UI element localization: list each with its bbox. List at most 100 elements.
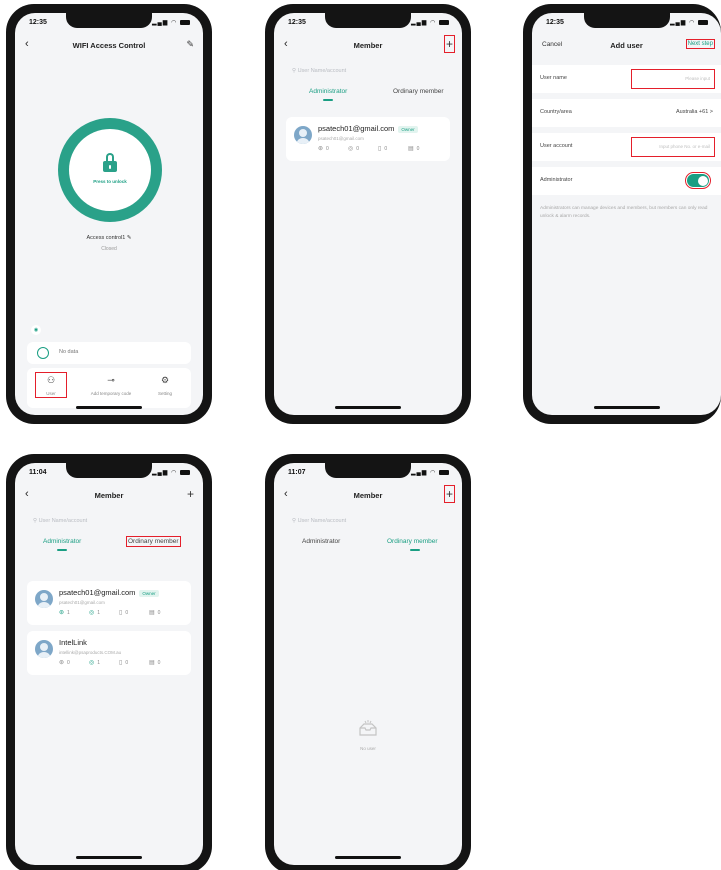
user-name-label: User name	[540, 75, 567, 81]
stat-face: ▤ 0	[149, 660, 161, 666]
unlock-button-inner[interactable]: Press to unlock	[69, 129, 151, 211]
gear-icon: ⚙	[160, 375, 170, 385]
search-input[interactable]: ⚲ User Name/account	[27, 513, 191, 529]
country-row[interactable]: Country/area Australia +61 >	[532, 99, 721, 127]
edit-icon[interactable]: ✎	[186, 39, 194, 50]
press-to-unlock-label: Press to unlock	[93, 179, 127, 184]
status-time: 12:35	[288, 19, 306, 26]
search-input[interactable]: ⚲ User Name/account	[286, 63, 450, 79]
member-card[interactable]: psatech01@gmail.com Owner psatech01@gmail…	[286, 117, 450, 161]
face-icon: ▤	[149, 610, 155, 616]
tab-ordinary-member[interactable]: Ordinary member	[126, 536, 181, 547]
stat-face: ▤ 0	[149, 610, 161, 616]
tab-administrator[interactable]: Administrator	[309, 88, 347, 95]
tab-administrator[interactable]: Administrator	[302, 538, 340, 545]
search-input[interactable]: ⚲ User Name/account	[286, 513, 450, 529]
home-indicator	[593, 406, 660, 409]
search-placeholder: User Name/account	[297, 518, 347, 524]
user-name-row: User name Please input	[532, 65, 721, 93]
member-stats: ⊛ 0 ◎ 1 ▯ 0 ▤ 0	[59, 659, 199, 667]
member-card[interactable]: IntelLink intellink@psaproducts.COM.au ⊛…	[27, 631, 191, 675]
member-tabs: Administrator Ordinary member	[274, 535, 462, 553]
search-icon: ⚲	[292, 518, 297, 524]
member-card[interactable]: psatech01@gmail.com Owner psatech01@gmail…	[27, 581, 191, 625]
phone-member-empty: 11:07 ▂▄▆ ◠ ‹ Member + ⚲ User Name/accou…	[265, 454, 471, 870]
phone-add-user: 12:35 ▂▄▆ ◠ Cancel Add user Next step Us…	[523, 4, 721, 424]
wifi-icon: ◉	[31, 325, 41, 335]
member-stats: ⊛ 0 ◎ 0 ▯ 0 ▤ 0	[318, 145, 458, 153]
status-icons: ▂▄▆ ◠	[152, 469, 190, 476]
nav-bar: Cancel Add user Next step	[532, 35, 721, 59]
stat-card: ▯ 0	[119, 660, 129, 666]
stat-fingerprint: ⊛ 0	[318, 146, 329, 152]
active-tab-indicator	[323, 99, 333, 101]
password-icon: ◎	[348, 146, 354, 152]
home-indicator	[76, 856, 142, 859]
stat-password: ◎ 1	[89, 610, 101, 616]
add-member-button[interactable]: +	[187, 487, 194, 501]
home-indicator	[76, 406, 142, 409]
add-member-button[interactable]: +	[443, 485, 456, 503]
stat-card: ▯ 0	[378, 146, 388, 152]
battery-icon	[180, 19, 190, 25]
member-name-row: psatech01@gmail.com Owner	[59, 588, 159, 597]
search-icon: ⚲	[33, 518, 38, 524]
device-name-row[interactable]: Access control1 ✎	[15, 235, 203, 241]
status-time: 11:07	[288, 469, 306, 476]
member-stats: ⊛ 1 ◎ 1 ▯ 0 ▤ 0	[59, 609, 199, 617]
stat-password: ◎ 0	[348, 146, 360, 152]
member-name: psatech01@gmail.com	[318, 124, 395, 133]
battery-icon	[698, 19, 708, 25]
status-time: 11:04	[29, 469, 47, 476]
stat-fingerprint: ⊛ 0	[59, 660, 70, 666]
status-icons: ▂▄▆ ◠	[152, 19, 190, 26]
device-state: Closed	[101, 246, 117, 252]
stat-face: ▤ 0	[408, 146, 420, 152]
user-account-input[interactable]: Input phone No. or e-mail	[631, 137, 715, 157]
phone-wifi-access-control: 12:35 ▂▄▆ ◠ ‹ WIFI Access Control ✎ Pres…	[6, 4, 212, 424]
empty-inbox-icon	[359, 720, 377, 736]
screen: 12:35 ▂▄▆ ◠ ‹ Member + ⚲ User Name/accou…	[274, 13, 462, 415]
tab-ordinary-member[interactable]: Ordinary member	[387, 538, 438, 545]
nav-bar: ‹ Member +	[274, 485, 462, 509]
face-icon: ▤	[149, 660, 155, 666]
user-name-input[interactable]: Please input	[631, 69, 715, 89]
administrator-hint: Administrators can manage devices and me…	[540, 206, 708, 219]
member-name: psatech01@gmail.com	[59, 588, 136, 597]
user-button[interactable]: ⚇ User	[35, 372, 67, 398]
screen: 11:04 ▂▄▆ ◠ ‹ Member + ⚲ User Name/accou…	[15, 463, 203, 865]
avatar	[35, 590, 53, 608]
bell-icon	[37, 347, 49, 359]
phone-member-ordinary: 11:04 ▂▄▆ ◠ ‹ Member + ⚲ User Name/accou…	[6, 454, 212, 870]
setting-button[interactable]: ⚙ Setting	[139, 374, 191, 396]
administrator-toggle[interactable]	[685, 172, 711, 189]
no-data-text: No data	[59, 349, 79, 355]
add-member-button[interactable]: +	[443, 35, 456, 53]
add-temporary-code-label: Add temporary code	[90, 391, 132, 396]
screen: 12:35 ▂▄▆ ◠ Cancel Add user Next step Us…	[532, 13, 721, 415]
screen: 12:35 ▂▄▆ ◠ ‹ WIFI Access Control ✎ Pres…	[15, 13, 203, 415]
edit-name-icon[interactable]: ✎	[127, 235, 132, 241]
tab-ordinary-member[interactable]: Ordinary member	[393, 88, 444, 95]
screen: 11:07 ▂▄▆ ◠ ‹ Member + ⚲ User Name/accou…	[274, 463, 462, 865]
nav-bar: ‹ WIFI Access Control ✎	[15, 35, 203, 59]
stat-fingerprint: ⊛ 1	[59, 610, 70, 616]
phone-member-administrator: 12:35 ▂▄▆ ◠ ‹ Member + ⚲ User Name/accou…	[265, 4, 471, 424]
key-icon: ⊸	[107, 375, 115, 385]
user-account-label: User account	[540, 143, 573, 149]
notch	[583, 13, 670, 28]
administrator-label: Administrator	[540, 177, 573, 183]
record-card[interactable]: No data	[27, 342, 191, 364]
unlock-button[interactable]: Press to unlock	[58, 118, 162, 222]
battery-icon	[180, 469, 190, 475]
user-label: User	[46, 391, 56, 396]
member-email: psatech01@gmail.com	[318, 136, 364, 141]
status-time: 12:35	[546, 19, 564, 26]
active-tab-indicator	[410, 549, 420, 551]
status-icons: ▂▄▆ ◠	[411, 469, 449, 476]
tab-administrator[interactable]: Administrator	[43, 538, 81, 545]
add-temporary-code-button[interactable]: ⊸ Add temporary code	[85, 374, 137, 396]
administrator-row: Administrator	[532, 167, 721, 195]
card-icon: ▯	[378, 146, 382, 152]
next-step-button[interactable]: Next step	[685, 39, 716, 49]
